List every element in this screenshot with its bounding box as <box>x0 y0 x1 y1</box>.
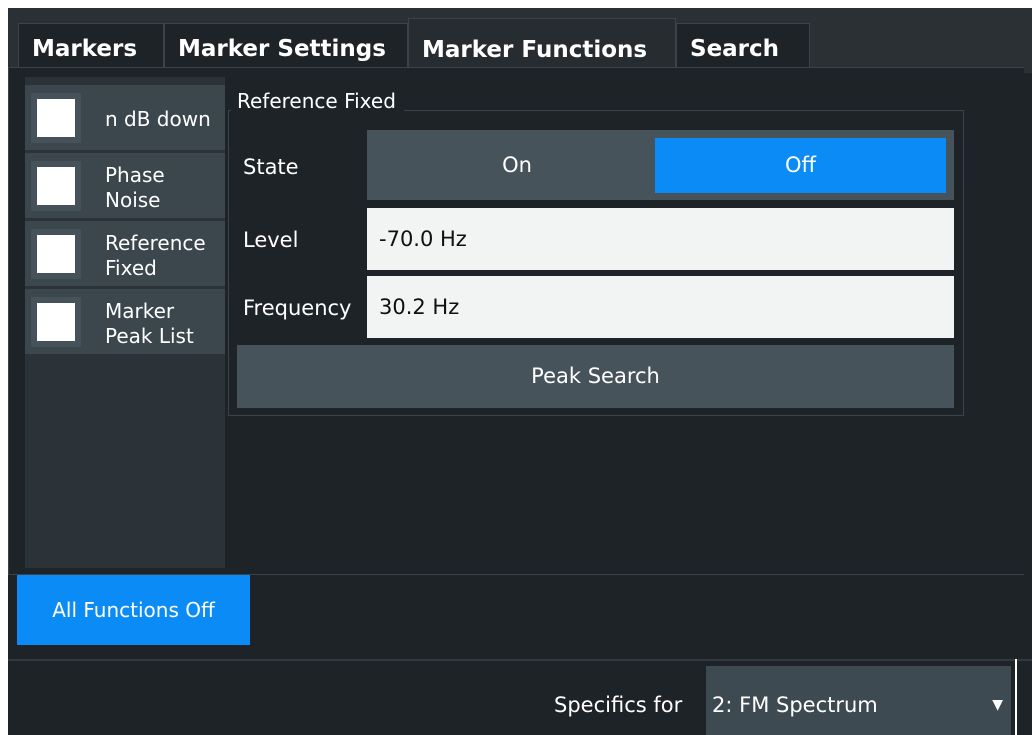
state-off-option[interactable]: Off <box>655 138 946 193</box>
tab-marker-settings[interactable]: Marker Settings <box>164 23 408 73</box>
checkbox[interactable] <box>31 297 81 347</box>
dropdown-arrow-icon: ▼ <box>992 697 1003 713</box>
state-on-option[interactable]: On <box>375 138 659 193</box>
specifics-value: 2: FM Spectrum <box>712 693 878 717</box>
all-functions-off-button[interactable]: All Functions Off <box>17 575 250 645</box>
checkbox[interactable] <box>31 93 81 143</box>
level-label: Level <box>243 228 299 252</box>
frequency-label: Frequency <box>243 296 352 320</box>
checkbox[interactable] <box>31 161 81 211</box>
function-label: Marker Peak List <box>105 299 194 348</box>
specifics-label: Specifics for <box>554 693 683 717</box>
function-item-phase-noise[interactable]: Phase Noise <box>25 153 225 218</box>
frequency-input[interactable]: 30.2 Hz <box>367 276 954 338</box>
tab-search[interactable]: Search <box>676 23 810 73</box>
function-item-marker-peak-list[interactable]: Marker Peak List <box>25 289 225 354</box>
function-item-n-db-down[interactable]: n dB down <box>25 85 225 150</box>
function-label: Reference Fixed <box>105 231 206 280</box>
divider <box>8 659 1032 661</box>
tab-markers[interactable]: Markers <box>18 23 164 73</box>
tab-bar: Markers Marker Settings Marker Functions… <box>8 8 1032 75</box>
checkbox-box <box>37 167 75 205</box>
peak-search-button[interactable]: Peak Search <box>237 345 954 408</box>
function-label: n dB down <box>105 107 211 131</box>
checkbox-box <box>37 99 75 137</box>
checkbox-box <box>37 235 75 273</box>
specifics-dropdown[interactable]: 2: FM Spectrum ▼ <box>706 666 1011 735</box>
level-input[interactable]: -70.0 Hz <box>367 208 954 270</box>
function-label: Phase Noise <box>105 163 165 212</box>
state-label: State <box>243 155 299 179</box>
checkbox[interactable] <box>31 229 81 279</box>
function-item-reference-fixed[interactable]: Reference Fixed <box>25 221 225 286</box>
group-title: Reference Fixed <box>231 86 404 116</box>
checkbox-box <box>37 303 75 341</box>
window-edge <box>1015 659 1017 735</box>
